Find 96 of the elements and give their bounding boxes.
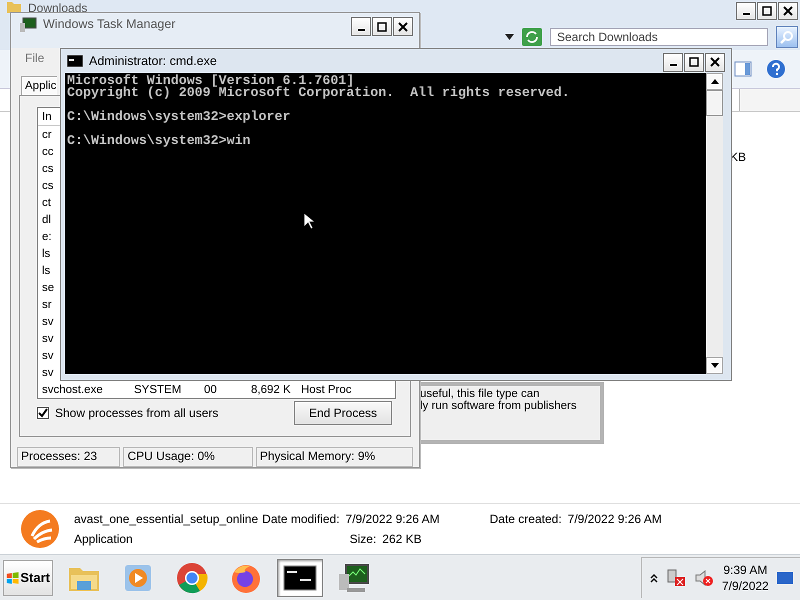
scroll-up-button[interactable] (706, 73, 723, 90)
minimize-icon (358, 28, 364, 30)
file-name: avast_one_essential_setup_online (74, 512, 258, 526)
process-name[interactable]: cs (42, 180, 54, 192)
checkbox[interactable] (37, 407, 49, 420)
network-error-icon[interactable] (666, 569, 686, 588)
clock-time[interactable]: 9:39 AM (723, 562, 768, 578)
status-text: CPU Usage: 0% (123, 447, 253, 467)
close-button[interactable] (705, 52, 725, 72)
process-name[interactable]: cr (42, 128, 52, 141)
process-name[interactable]: sv (42, 366, 54, 379)
minimize-button[interactable] (736, 2, 756, 20)
close-icon (710, 57, 720, 67)
search-button[interactable] (776, 26, 798, 48)
play-icon (123, 562, 153, 593)
field-label: Date created: (490, 512, 562, 526)
maximize-button[interactable] (684, 52, 704, 72)
up-arrow-icon (710, 79, 718, 84)
close-icon (398, 22, 408, 32)
field-value: 262 KB (382, 532, 422, 546)
field-value: 7/9/2022 9:26 AM (568, 512, 662, 526)
console-icon (283, 564, 317, 591)
info-text: ly run software from publishers (420, 400, 578, 412)
table-cell[interactable]: SYSTEM (134, 384, 204, 396)
monitor-icon (19, 17, 37, 33)
process-name[interactable]: sv (42, 316, 54, 328)
field-label: Size: (350, 532, 376, 546)
process-name[interactable]: ls (42, 264, 50, 277)
window-title: Windows Task Manager (43, 17, 176, 31)
file-type: Application (74, 532, 134, 546)
process-name[interactable]: se (42, 282, 54, 294)
process-name[interactable]: cc (42, 146, 54, 158)
caret-icon[interactable] (505, 34, 514, 40)
maximize-icon (689, 57, 699, 67)
refresh-icon[interactable] (522, 28, 542, 46)
close-button[interactable] (393, 17, 413, 36)
window-title: Administrator: cmd.exe (89, 54, 217, 68)
checkbox-label: Show processes from all users (55, 406, 218, 420)
minimize-button[interactable] (351, 17, 371, 36)
console-line: C:\Windows\system32>explorer (67, 111, 292, 123)
table-cell[interactable]: Host Proc (301, 384, 352, 396)
window-title: Downloads (28, 0, 88, 15)
info-text: useful, this file type can (420, 388, 541, 400)
table-cell[interactable]: svchost.exe (42, 384, 134, 396)
search-icon (780, 30, 794, 44)
maximize-button[interactable] (757, 2, 777, 20)
maximize-button[interactable] (372, 17, 392, 36)
process-name[interactable]: dl (42, 214, 51, 226)
console-line: Microsoft Windows [Version 6.1.7601] (67, 75, 354, 87)
console-line: Copyright (c) 2009 Microsoft Corporation. All rights reserved. (67, 87, 571, 99)
column-header[interactable]: In (42, 110, 52, 123)
ring-browser-icon (176, 562, 208, 594)
process-name[interactable]: sv (42, 332, 54, 345)
close-button[interactable] (778, 2, 798, 20)
process-name[interactable]: sr (42, 298, 52, 311)
maximize-icon (762, 6, 772, 16)
console-line: C:\Windows\system32>win (67, 135, 252, 147)
status-text: Processes: 23 (17, 447, 120, 467)
process-name[interactable]: e: (42, 230, 52, 243)
close-icon (783, 6, 793, 16)
start-button[interactable]: Start (3, 560, 53, 596)
flag-icon (6, 570, 20, 586)
end-process-button[interactable]: End Process (294, 401, 392, 426)
field-value: 7/9/2022 9:26 AM (346, 512, 440, 526)
taskbar-button[interactable] (277, 558, 323, 597)
maximize-icon (377, 22, 387, 32)
tab[interactable]: Applic (21, 76, 58, 96)
process-name[interactable]: ct (42, 196, 51, 209)
menu-item[interactable]: File (25, 51, 44, 66)
table-cell[interactable]: 00 (204, 384, 251, 396)
process-name[interactable]: ls (42, 248, 50, 260)
minimize-icon (742, 13, 750, 15)
check-icon (38, 408, 48, 418)
scroll-down-button[interactable] (706, 357, 723, 374)
preview-pane-icon[interactable] (734, 61, 752, 77)
console-icon (67, 55, 83, 67)
mouse-pointer-icon (303, 212, 315, 230)
help-icon[interactable] (766, 59, 786, 79)
process-name[interactable]: sv (42, 350, 54, 362)
field-label: Date modified: (262, 512, 340, 526)
monitor-icon (337, 562, 371, 594)
table-cell[interactable]: 8,692 K (251, 384, 301, 396)
scrollbar-thumb[interactable] (706, 90, 723, 116)
status-text: Physical Memory: 9% (256, 447, 414, 467)
down-arrow-icon (710, 363, 718, 368)
show-desktop-icon[interactable] (776, 571, 793, 586)
scrollbar[interactable] (706, 73, 723, 374)
speaker-muted-icon[interactable] (694, 569, 714, 588)
file-icon (20, 509, 60, 550)
chevron-up-icon[interactable] (650, 573, 658, 584)
search-field[interactable]: Search Downloads (550, 28, 768, 46)
minimize-button[interactable] (663, 52, 683, 72)
process-name[interactable]: cs (42, 162, 54, 175)
folder-icon (6, 0, 22, 14)
clock-date[interactable]: 7/9/2022 (722, 578, 769, 594)
minimize-icon (670, 64, 676, 66)
